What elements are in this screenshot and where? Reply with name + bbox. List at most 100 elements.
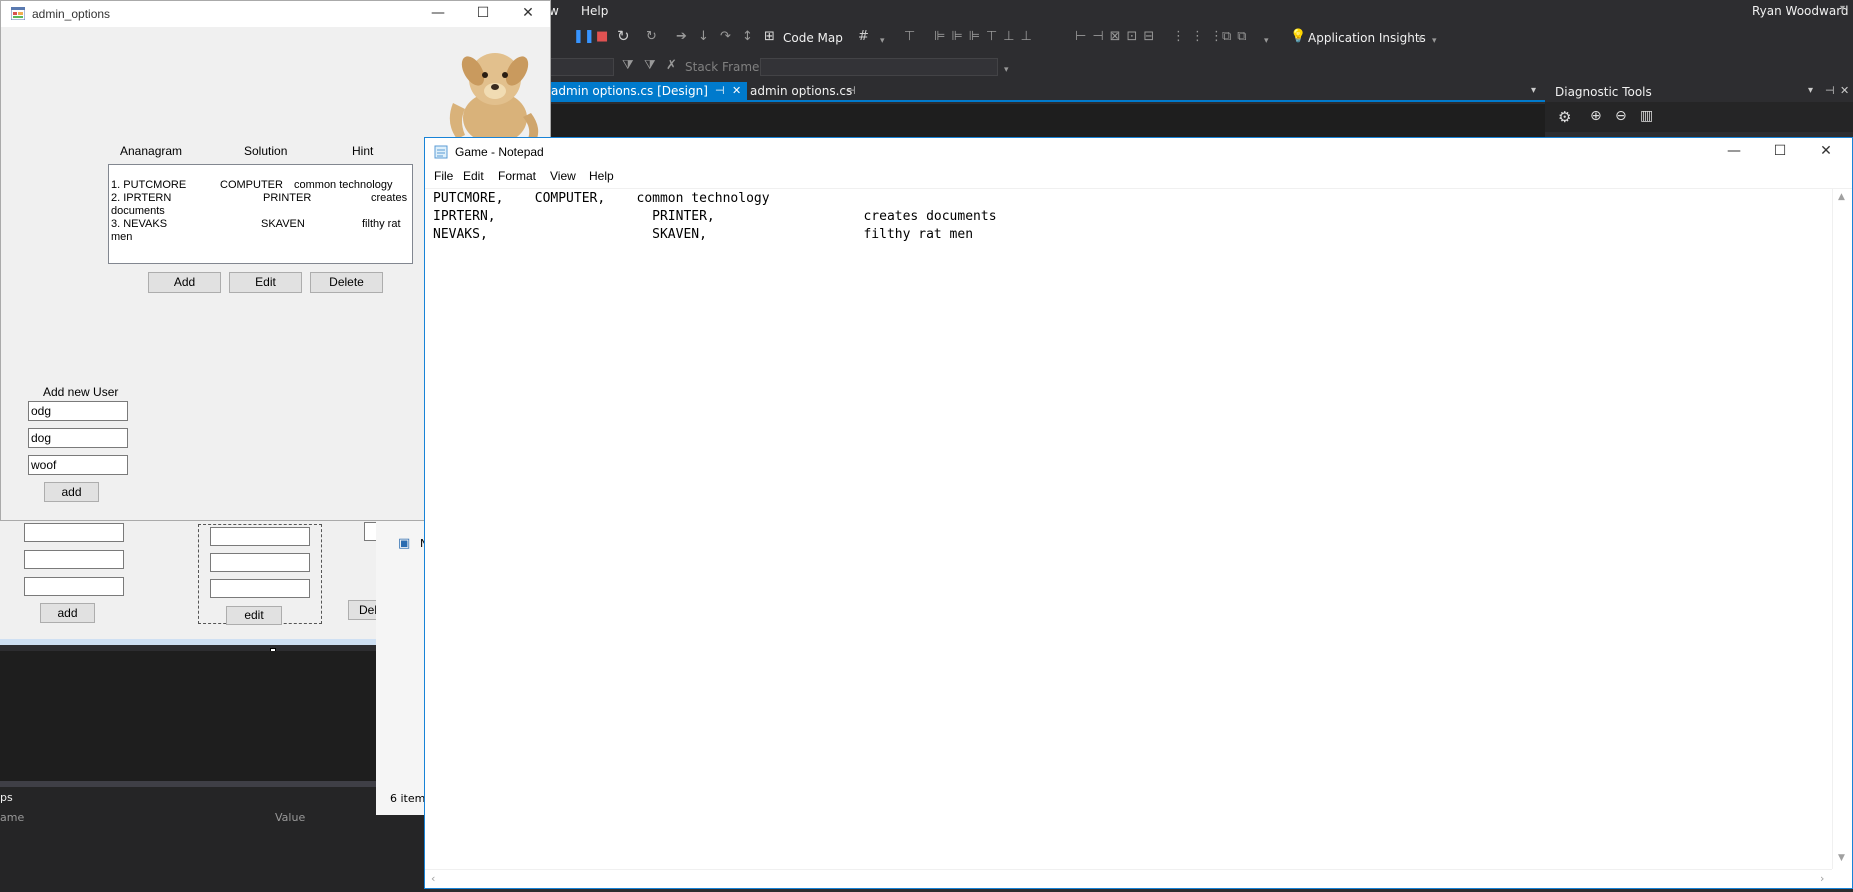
- stack-frame-dropdown[interactable]: [760, 58, 998, 76]
- designer-textbox-1[interactable]: [24, 523, 124, 542]
- process-dropdown[interactable]: [548, 58, 614, 76]
- step-up-icon[interactable]: ↕: [742, 29, 753, 45]
- notepad-text-area[interactable]: PUTCMORE, COMPUTER, common technology IP…: [433, 190, 1828, 860]
- designer-edit-textbox-3[interactable]: [210, 579, 310, 598]
- menu-format[interactable]: Format: [498, 169, 536, 183]
- list-item-hint: common technology: [294, 179, 393, 191]
- app-form-icon: [10, 6, 26, 21]
- zoom-in-icon[interactable]: ⊕: [1590, 108, 1602, 124]
- align-icons[interactable]: ⊫⊫⊫⊤⊥⊥: [934, 29, 1038, 45]
- layout-chevron-icon[interactable]: ▾: [1264, 33, 1269, 49]
- delete-anagram-button[interactable]: Delete: [310, 272, 383, 293]
- vs-lower-panel: [0, 651, 380, 781]
- panel-pin-icon[interactable]: ⊣: [1825, 84, 1835, 97]
- designer-add-button[interactable]: add: [40, 603, 95, 623]
- layout-icon-1[interactable]: ⊤: [904, 29, 915, 45]
- panel-menu-icon[interactable]: ▾: [1808, 85, 1813, 96]
- tab-admin-design[interactable]: admin options.cs [Design] ⊣ ✕: [547, 82, 747, 102]
- code-map-button[interactable]: Code Map: [783, 31, 843, 45]
- designer-selection-box[interactable]: edit: [198, 524, 322, 625]
- stop-icon[interactable]: ■: [596, 29, 608, 45]
- list-item[interactable]: 1. PUTCMORE COMPUTER common technology 2…: [111, 179, 411, 244]
- menu-divider: [425, 188, 1852, 189]
- step-out-icon[interactable]: ↷: [720, 29, 731, 45]
- solution-explorer-panel: ▣ N 6 item: [376, 515, 431, 815]
- pin-icon[interactable]: ⊣: [846, 84, 856, 97]
- pause-icon[interactable]: ❚❚: [573, 29, 595, 45]
- horizontal-scrollbar[interactable]: ‹ ›: [425, 869, 1832, 888]
- menu-file[interactable]: File: [434, 169, 453, 183]
- designer-edit-textbox-2[interactable]: [210, 553, 310, 572]
- step-into-icon[interactable]: ↓: [698, 29, 709, 45]
- close-tab-icon[interactable]: ✕: [732, 84, 741, 97]
- add-anagram-button[interactable]: Add: [148, 272, 221, 293]
- notepad-title-bar[interactable]: Game - Notepad — ☐ ✕: [425, 138, 1852, 166]
- admin-title-bar[interactable]: admin_options — ☐ ✕: [1, 1, 550, 27]
- close-icon: ✕: [522, 5, 534, 21]
- designer-edit-textbox-1[interactable]: [210, 527, 310, 546]
- menu-view[interactable]: View: [550, 169, 576, 183]
- minimize-button[interactable]: —: [416, 1, 460, 27]
- filter-icon[interactable]: ⧩: [622, 58, 634, 74]
- hex-icon[interactable]: #: [858, 29, 869, 45]
- step-over-icon[interactable]: ➔: [676, 29, 687, 45]
- close-button[interactable]: ✕: [506, 1, 550, 27]
- hex-chevron-icon[interactable]: ▾: [880, 33, 885, 49]
- designer-textbox-3[interactable]: [24, 577, 124, 596]
- front-back-icons[interactable]: ⧉⧉: [1222, 29, 1253, 45]
- user-chevron-icon[interactable]: ▾: [1840, 3, 1845, 14]
- list-item-hint: creates: [371, 192, 408, 204]
- notepad-close-button[interactable]: ✕: [1804, 139, 1848, 165]
- menu-edit[interactable]: Edit: [463, 169, 484, 183]
- designer-textbox-2[interactable]: [24, 550, 124, 569]
- maximize-button[interactable]: ☐: [461, 1, 505, 27]
- edit-anagram-button[interactable]: Edit: [229, 272, 302, 293]
- stack-chevron-icon[interactable]: ▾: [1004, 62, 1009, 78]
- settings-gear-icon[interactable]: ⚙: [1558, 108, 1571, 126]
- order-icons[interactable]: ⋮⋮⋮: [1172, 29, 1229, 45]
- flag-icon[interactable]: ✗: [666, 58, 677, 74]
- vs-user-name[interactable]: Ryan Woodward: [1752, 4, 1849, 18]
- code-map-icon[interactable]: ⊞: [764, 29, 775, 45]
- chart-icon[interactable]: ▥: [1640, 108, 1653, 124]
- scroll-up-icon[interactable]: ▲: [1838, 192, 1845, 202]
- panel-close-icon[interactable]: ✕: [1840, 84, 1849, 97]
- diagnostic-tools-title: Diagnostic Tools: [1555, 85, 1652, 99]
- vs-editor-area: [470, 104, 1545, 140]
- vs-menu-help[interactable]: Help: [581, 4, 608, 18]
- diagnostic-tools-toolbar: ⚙ ⊕ ⊖ ▥: [1545, 102, 1853, 132]
- tab-overflow-icon[interactable]: ▾: [1531, 85, 1536, 96]
- notepad-menubar: File Edit Format View Help: [425, 166, 1852, 188]
- diagnostic-tools-header: Diagnostic Tools ▾ ⊣ ✕: [1545, 82, 1853, 102]
- anagram-listbox[interactable]: 1. PUTCMORE COMPUTER common technology 2…: [108, 164, 413, 264]
- overflow-chevron-icon[interactable]: ▾: [1432, 33, 1437, 49]
- password-field[interactable]: dog: [28, 428, 128, 448]
- app-insights-button[interactable]: Application Insights: [1308, 31, 1426, 45]
- designer-edit-button[interactable]: edit: [226, 606, 282, 625]
- thread-filter-icon[interactable]: ⧩: [644, 58, 656, 74]
- role-field[interactable]: woof: [28, 455, 128, 475]
- props-value-header: Value: [275, 811, 306, 824]
- add-user-button[interactable]: add: [44, 482, 99, 502]
- pin-icon[interactable]: ⊣: [715, 84, 725, 97]
- notepad-minimize-button[interactable]: —: [1712, 139, 1756, 165]
- spacing-icons[interactable]: ⊢⊣⊠⊡⊟: [1075, 29, 1160, 45]
- list-item-solution: PRINTER: [263, 192, 312, 204]
- tab-admin-code[interactable]: admin options.cs ⊣: [750, 82, 860, 102]
- vertical-scrollbar[interactable]: ▲ ▼: [1832, 189, 1852, 869]
- scroll-left-icon[interactable]: ‹: [431, 872, 435, 885]
- minimize-icon: —: [431, 5, 445, 21]
- zoom-out-icon[interactable]: ⊖: [1615, 108, 1627, 124]
- close-icon: ✕: [1820, 143, 1832, 159]
- notepad-maximize-button[interactable]: ☐: [1758, 139, 1802, 165]
- show-next-icon[interactable]: ↻: [646, 29, 657, 45]
- username-field[interactable]: odg: [28, 401, 128, 421]
- insights-chevron-icon[interactable]: ▾: [1418, 32, 1423, 48]
- stack-frame-label: Stack Frame:: [685, 60, 764, 74]
- list-item-anagram: 1. PUTCMORE: [111, 179, 187, 191]
- scroll-down-icon[interactable]: ▼: [1838, 853, 1845, 863]
- lightbulb-icon[interactable]: 💡: [1290, 29, 1306, 45]
- scroll-right-icon[interactable]: ›: [1820, 872, 1824, 885]
- menu-help[interactable]: Help: [589, 169, 614, 183]
- restart-icon[interactable]: ↻: [617, 28, 630, 44]
